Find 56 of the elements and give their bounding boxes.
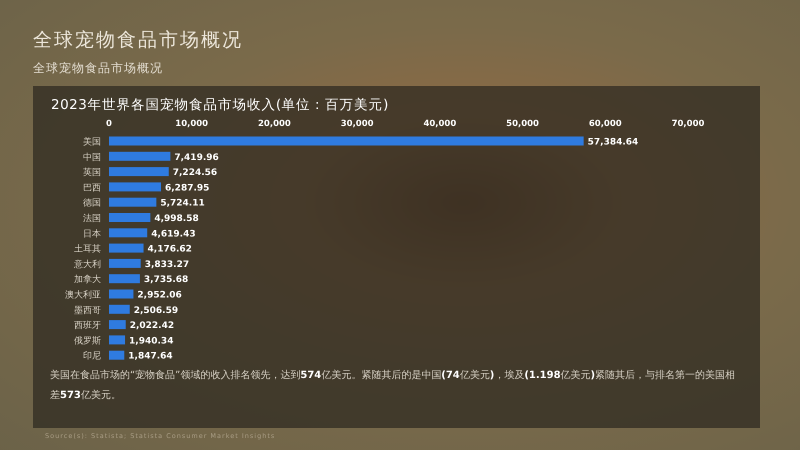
data-label: 4,176.62	[148, 244, 192, 255]
category-label: 土耳其	[74, 244, 101, 255]
bar	[109, 335, 126, 344]
bar	[109, 258, 141, 268]
bar	[109, 167, 169, 176]
bar	[109, 290, 134, 298]
axis-tick-label: 70,000	[672, 119, 704, 129]
data-label: 4,619.43	[151, 229, 196, 240]
summary-text: 美国在食品市场的“宠物食品”领域的收入排名领先，达到574亿美元。紧随其后的是中国(74亿美元)，埃及(1.198亿美元)紧随其后，与排名第一的美国相差573亿美元。	[49, 368, 736, 403]
category-label: 日本	[83, 229, 101, 240]
data-label: 2,952.06	[137, 290, 182, 300]
page-title: 全球宠物食品市场概况	[33, 28, 244, 52]
data-label: 2,022.42	[130, 321, 174, 332]
data-label: 3,735.68	[144, 275, 188, 286]
category-label: 加拿大	[74, 275, 101, 286]
data-label: 57,384.64	[588, 138, 638, 148]
data-label: 4,998.58	[154, 214, 199, 224]
category-label: 意大利	[74, 260, 101, 270]
category-label: 西班牙	[74, 321, 101, 332]
bar	[109, 244, 144, 253]
bar	[109, 198, 156, 207]
axis-tick-label: 60,000	[588, 119, 622, 129]
bar	[109, 228, 148, 238]
data-label: 3,833.27	[144, 260, 190, 270]
data-label: 7,419.96	[174, 152, 219, 163]
category-label: 澳大利亚	[65, 290, 101, 300]
bar	[109, 213, 150, 222]
data-label: 1,940.34	[129, 336, 174, 346]
axis-tick-label: 10,000	[175, 119, 208, 129]
bar	[109, 350, 124, 360]
bar	[109, 182, 161, 192]
data-label: 7,224.56	[172, 168, 218, 178]
page-subtitle: 全球宠物食品市场概况	[33, 60, 164, 76]
axis-tick-label: 50,000	[506, 119, 539, 129]
category-label: 中国	[83, 152, 101, 163]
axis-tick-label: 0	[106, 119, 112, 129]
category-label: 墨西哥	[74, 306, 101, 316]
bar	[109, 304, 130, 314]
axis-tick-label: 20,000	[258, 119, 291, 129]
category-label: 德国	[83, 198, 101, 209]
category-label: 英国	[83, 168, 101, 178]
data-label: 6,287.95	[165, 183, 210, 194]
axis-tick-label: 40,000	[423, 119, 456, 129]
axis-tick-label: 30,000	[340, 119, 374, 129]
category-label: 印尼	[83, 352, 101, 362]
bar	[109, 274, 140, 284]
chart-title: 2023年世界各国宠物食品市场收入(单位：百万美元)	[50, 96, 390, 114]
data-label: 1,847.64	[128, 352, 173, 362]
data-label: 5,724.11	[160, 198, 205, 209]
data-label: 2,506.59	[134, 306, 178, 316]
category-label: 俄罗斯	[74, 336, 101, 346]
bar	[109, 152, 170, 161]
bar	[109, 320, 126, 330]
category-label: 美国	[83, 138, 101, 148]
category-label: 巴西	[83, 183, 101, 194]
category-label: 法国	[83, 214, 101, 224]
